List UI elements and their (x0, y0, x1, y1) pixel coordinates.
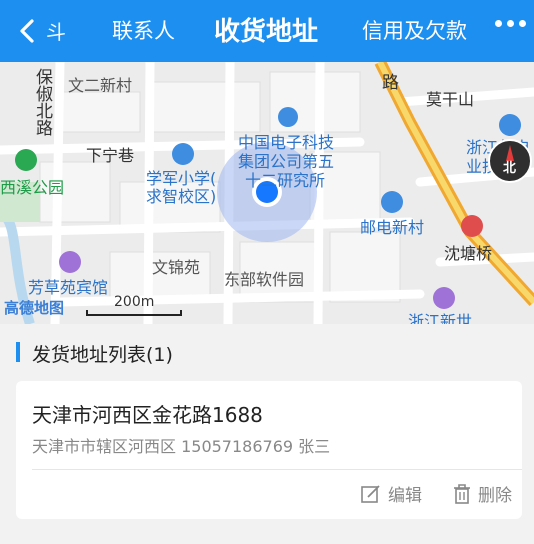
address-list-header: 发货地址列表(1) (0, 326, 534, 378)
map-label-cetc-3: 十二研究所 (245, 171, 326, 190)
back-button[interactable] (10, 14, 44, 48)
map-view[interactable]: 文二新村 保俶北路 下宁巷 中国电子科技 集团公司第五 十二研究所 学军小学( … (0, 62, 534, 324)
map-label-baochubeilu: 保俶北路 (32, 68, 52, 136)
compass-north-label: 北 (503, 161, 517, 176)
address-details: 天津市市辖区河西区 15057186769 张三 (32, 437, 331, 456)
edit-button[interactable]: 编辑 (360, 481, 422, 506)
tab-credit-and-debt[interactable]: 信用及欠款 (362, 15, 467, 45)
map-label-xianing: 下宁巷 (86, 146, 135, 165)
card-divider (32, 469, 522, 470)
delete-label: 删除 (478, 486, 512, 506)
tab-contacts[interactable]: 联系人 (112, 15, 175, 45)
map-label-youdianxincun: 邮电新村 (360, 218, 425, 237)
map-label-shentangqiao: 沈塘桥 (444, 244, 493, 263)
page-title: 收货地址 (214, 17, 319, 47)
map-label-xuejun-2: 求智校区) (146, 187, 217, 206)
map-scale-label: 200m (114, 294, 155, 310)
amap-logo: 高德地图 (4, 299, 65, 317)
map-label-fangcaoyuan: 芳草苑宾馆 (28, 278, 109, 297)
map-label-xixigongyuan: 西溪公园 (0, 178, 65, 197)
edit-icon (361, 484, 380, 503)
section-title: 发货地址列表(1) (32, 344, 173, 366)
more-dot-icon (495, 20, 502, 27)
trash-icon (454, 483, 470, 504)
map-label-wenersincun: 文二新村 (68, 76, 133, 95)
map-label-road: 路 (382, 73, 399, 93)
map-scale-bar (86, 310, 182, 316)
map-label-dongburuanjianyuan: 东部软件园 (224, 270, 305, 289)
delete-button[interactable]: 删除 (452, 481, 512, 506)
compass-button[interactable]: 北 (488, 139, 532, 183)
tab-previous-partial[interactable]: 斗 (46, 16, 66, 45)
section-accent-bar (16, 342, 20, 362)
more-options-button[interactable] (495, 20, 526, 27)
more-dot-icon (519, 20, 526, 27)
address-card[interactable]: 天津市河西区金花路1688 天津市市辖区河西区 15057186769 张三 编… (16, 381, 522, 519)
top-nav-bar: 斗 联系人 收货地址 信用及欠款 (0, 0, 534, 62)
map-label-wenjinyuan: 文锦苑 (152, 258, 201, 277)
map-label-zhejiangxinshi: 浙江新世 (408, 312, 473, 324)
edit-label: 编辑 (388, 486, 422, 506)
map-label-mogansan: 莫干山 (426, 90, 475, 109)
address-main: 天津市河西区金花路1688 (32, 403, 263, 427)
chevron-left-icon (20, 19, 34, 43)
more-dot-icon (507, 20, 514, 27)
